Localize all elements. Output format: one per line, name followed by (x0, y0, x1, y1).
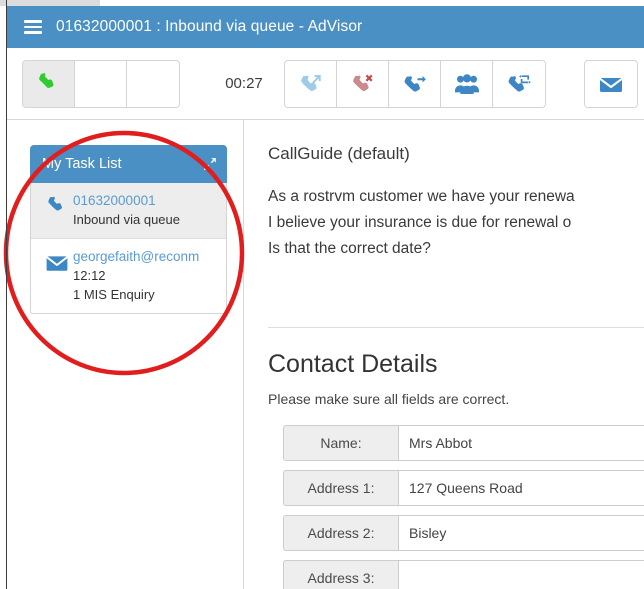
form-input-address1[interactable]: 127 Queens Road (399, 470, 644, 506)
phone-retrieve-icon (508, 75, 531, 92)
call-timer: 00:27 (225, 74, 263, 92)
task-text-wrap: 01632000001 Inbound via queue (73, 192, 218, 229)
form-row-name: Name: Mrs Abbot (283, 425, 644, 461)
hamburger-bar-3 (24, 31, 42, 34)
conference-people-icon (454, 74, 479, 94)
task-icon-wrap (41, 248, 73, 304)
task-list-body: 01632000001 Inbound via queue georgefait… (30, 183, 227, 314)
contact-details-heading: Contact Details (268, 350, 438, 378)
retrieve-call-button[interactable] (493, 61, 545, 107)
form-label-address1: Address 1: (283, 470, 399, 506)
expand-arrows-icon[interactable] (203, 157, 217, 171)
callguide-line: Is that the correct date? (268, 240, 431, 257)
task-item-title: 01632000001 (73, 193, 156, 208)
phone-transfer-icon (404, 76, 426, 92)
call-button-slot-2[interactable] (75, 61, 127, 107)
left-panel: My Task List 01632000001 Inbound via que… (7, 120, 244, 589)
form-label-address3: Address 3: (283, 560, 399, 589)
contact-form: Name: Mrs Abbot Address 1: 127 Queens Ro… (268, 425, 644, 589)
form-row-address1: Address 1: 127 Queens Road (283, 470, 644, 506)
contact-details-instruction: Please make sure all fields are correct. (268, 391, 510, 407)
call-action-button-group (284, 60, 546, 108)
form-row-address2: Address 2: Bisley (283, 515, 644, 551)
task-list-header: My Task List (30, 145, 227, 183)
section-divider (268, 327, 644, 328)
task-icon-wrap (41, 192, 73, 229)
task-list-title: My Task List (42, 156, 122, 172)
window-left-border (6, 0, 7, 589)
mail-button-group (584, 60, 638, 108)
form-input-address2[interactable]: Bisley (399, 515, 644, 551)
hamburger-bar-1 (24, 20, 42, 23)
phone-hangup-icon (352, 74, 373, 92)
form-label-name: Name: (283, 425, 399, 461)
end-call-button[interactable] (337, 61, 389, 107)
hamburger-menu-icon[interactable] (24, 20, 42, 34)
task-item-title: georgefaith@reconm (73, 249, 200, 264)
form-input-name[interactable]: Mrs Abbot (399, 425, 644, 461)
outbound-call-button[interactable] (285, 61, 337, 107)
call-button-slot-3[interactable] (127, 61, 179, 107)
call-toolbar: 00:27 (7, 48, 644, 120)
phone-outbound-icon (300, 75, 321, 92)
callguide-section: CallGuide (default) As a rostrvm custome… (245, 120, 644, 262)
callguide-script: As a rostrvm customer we have your renew… (268, 184, 644, 262)
task-item-extra: 1 MIS Enquiry (73, 287, 155, 302)
app-title: 01632000001 : Inbound via queue - AdViso… (56, 18, 363, 35)
hamburger-bar-2 (24, 25, 42, 29)
phone-handset-icon (48, 196, 62, 211)
app-header: 01632000001 : Inbound via queue - AdViso… (7, 6, 644, 48)
form-label-address2: Address 2: (283, 515, 399, 551)
envelope-icon (46, 256, 68, 271)
transfer-call-button[interactable] (389, 61, 441, 107)
answer-call-button[interactable] (23, 61, 75, 107)
main-body: My Task List 01632000001 Inbound via que… (7, 120, 644, 589)
task-text-wrap: georgefaith@reconm 12:12 1 MIS Enquiry (73, 248, 218, 304)
call-state-button-group (22, 60, 180, 108)
form-row-address3: Address 3: (283, 560, 644, 589)
task-list-item-call[interactable]: 01632000001 Inbound via queue (31, 183, 226, 239)
advisor-app-window: 01632000001 : Inbound via queue - AdViso… (0, 0, 644, 589)
callguide-line: I believe your insurance is due for rene… (268, 214, 572, 231)
callguide-line: As a rostrvm customer we have your renew… (268, 188, 575, 205)
phone-answer-icon (38, 72, 53, 88)
form-input-address3[interactable] (399, 560, 644, 589)
task-list-item-email[interactable]: georgefaith@reconm 12:12 1 MIS Enquiry (31, 239, 226, 313)
contact-details-section: Contact Details Please make sure all fie… (245, 348, 644, 589)
callguide-title: CallGuide (default) (268, 144, 410, 163)
conference-button[interactable] (441, 61, 493, 107)
my-task-list-widget: My Task List 01632000001 Inbound via que… (30, 145, 227, 314)
envelope-icon (599, 78, 623, 92)
email-button[interactable] (585, 61, 637, 107)
right-panel: CallGuide (default) As a rostrvm custome… (245, 120, 644, 589)
task-item-subtitle: Inbound via queue (73, 212, 180, 227)
task-item-subtitle: 12:12 (73, 268, 106, 283)
